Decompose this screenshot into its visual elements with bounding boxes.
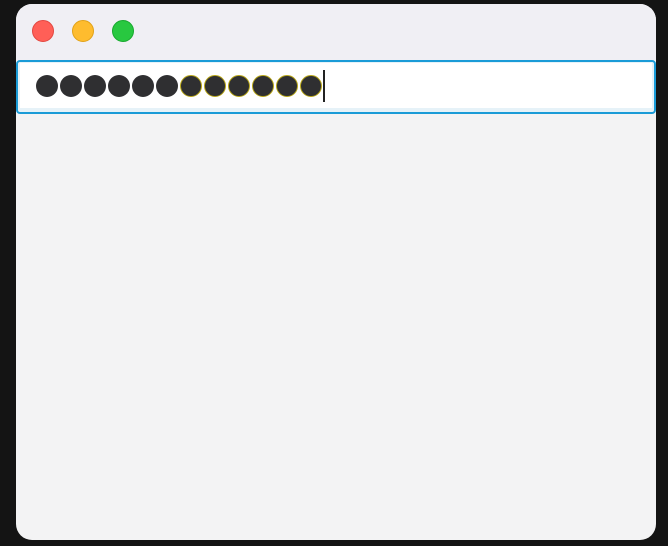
masked-password-dots xyxy=(36,74,322,97)
minimize-window-button[interactable] xyxy=(72,20,94,42)
text-caret xyxy=(323,69,325,102)
password-mask-dot xyxy=(252,74,274,97)
app-window xyxy=(16,4,656,540)
password-mask-dot xyxy=(156,74,178,97)
close-window-button[interactable] xyxy=(32,20,54,42)
password-mask-dot xyxy=(84,74,106,97)
password-input[interactable] xyxy=(20,63,652,108)
password-mask-dot xyxy=(60,74,82,97)
password-field-focus-ring xyxy=(16,60,656,114)
password-mask-dot xyxy=(204,74,226,97)
title-bar xyxy=(16,4,656,60)
password-mask-dot xyxy=(300,74,322,97)
password-mask-dot xyxy=(228,74,250,97)
password-mask-dot xyxy=(36,74,58,97)
password-mask-dot xyxy=(108,74,130,97)
password-mask-dot xyxy=(276,74,298,97)
password-mask-dot xyxy=(180,74,202,97)
password-mask-dot xyxy=(132,74,154,97)
zoom-window-button[interactable] xyxy=(112,20,134,42)
